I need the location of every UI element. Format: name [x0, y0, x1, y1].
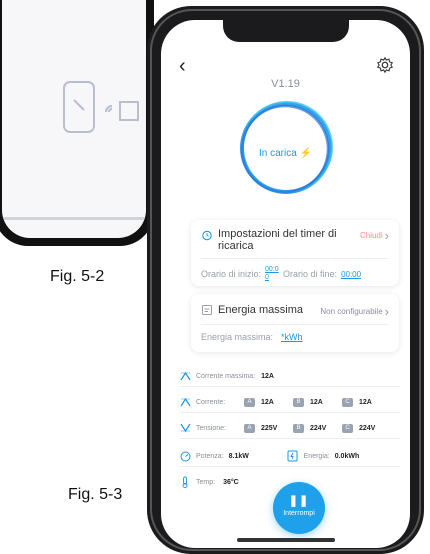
max-energy-label: Energia massima: — [201, 332, 274, 342]
max-energy-title: Energia massima — [218, 304, 303, 316]
stats-separator — [179, 466, 400, 467]
current-label: Corrente: — [196, 398, 226, 406]
phase-a-badge: A — [244, 397, 255, 407]
stats-separator — [179, 412, 400, 413]
start-time-value[interactable]: 00:0 0 — [265, 266, 279, 282]
charging-status-text: In carica — [258, 148, 297, 159]
background-phone-screen — [2, 0, 146, 238]
timer-toggle[interactable]: Chiudi › — [360, 228, 389, 243]
firmware-version: V1.19 — [271, 78, 300, 90]
lightning-icon: ⚡ — [299, 148, 313, 159]
start-time-label: Orario di inizio: — [201, 269, 262, 279]
timer-state: Chiudi — [359, 231, 383, 240]
pause-icon: ❚❚ — [288, 495, 310, 507]
max-energy-value[interactable]: *kWh — [281, 332, 303, 342]
power-label: Potenza: — [196, 452, 224, 460]
max-energy-card[interactable]: Energia massima Non configurabile › Ener… — [191, 294, 399, 352]
max-current-value: 12A — [261, 372, 274, 380]
energy-value: 0.0kWh — [334, 452, 360, 460]
current-icon — [179, 396, 191, 408]
energy-label: Energia: — [303, 452, 330, 460]
current-icon — [179, 370, 191, 382]
current-b-value: 12A — [310, 398, 323, 406]
background-phone-divider — [2, 217, 146, 220]
max-current-row: Corrente massima: 12A — [179, 370, 400, 382]
power-energy-row: Potenza: 8.1kW Energia: 0.0kWh — [179, 450, 400, 462]
phone-wifi-router-icon — [63, 81, 139, 133]
energy-limit-icon — [202, 305, 212, 315]
chevron-right-icon: › — [384, 228, 389, 243]
stats-separator — [179, 386, 400, 387]
max-energy-config[interactable]: Non configurabile › — [320, 304, 389, 319]
phase-b-badge: B — [293, 397, 304, 407]
temp-label: Temp: — [196, 478, 216, 486]
phase-b-badge: B — [293, 423, 304, 433]
max-energy-state: Non configurabile — [320, 307, 383, 316]
timer-schedule-row: Orario di inizio: 00:0 0 Orario di fine:… — [201, 266, 389, 282]
end-time-label: Orario di fine: — [283, 269, 338, 279]
energy-meter-icon — [287, 450, 299, 462]
phase-c-badge: C — [342, 397, 353, 407]
max-energy-row: Energia massima: *kWh — [201, 332, 389, 342]
background-phone — [0, 0, 154, 246]
temp-value: 36°C — [223, 478, 239, 486]
stop-charging-button[interactable]: ❚❚ Interrompi — [273, 482, 325, 534]
chevron-left-icon: ‹ — [179, 55, 186, 77]
gear-icon[interactable] — [376, 56, 394, 74]
voltage-icon — [179, 422, 191, 434]
charging-screen: ‹ V1.19 In carica ⚡ Impostazioni del tim… — [161, 20, 410, 548]
alarm-clock-icon — [202, 230, 212, 241]
timer-title: Impostazioni del timer di ricarica — [218, 228, 337, 252]
current-c-value: 12A — [359, 398, 372, 406]
thermometer-icon — [179, 476, 191, 488]
voltage-label: Tensione: — [196, 424, 226, 432]
voltage-a-value: 225V — [261, 424, 278, 432]
charging-status: In carica ⚡ — [161, 148, 410, 159]
voltage-c-value: 224V — [359, 424, 376, 432]
voltage-row: Tensione: A 225V B 224V C 224V — [179, 422, 400, 434]
timer-divider — [201, 258, 389, 259]
max-energy-divider — [201, 324, 389, 325]
main-phone: ‹ V1.19 In carica ⚡ Impostazioni del tim… — [147, 6, 424, 554]
charging-timer-card[interactable]: Impostazioni del timer di ricarica Chiud… — [191, 220, 399, 286]
current-row: Corrente: A 12A B 12A C 12A — [179, 396, 400, 408]
phase-c-badge: C — [342, 423, 353, 433]
power-value: 8.1kW — [228, 452, 249, 460]
end-time-value[interactable]: 00:00 — [341, 270, 361, 279]
voltage-b-value: 224V — [310, 424, 327, 432]
power-gauge-icon — [179, 450, 191, 462]
figure-caption-5-3: Fig. 5-3 — [68, 486, 123, 503]
stop-charging-label: Interrompi — [283, 510, 315, 517]
stats-separator — [179, 438, 400, 439]
home-indicator[interactable] — [237, 538, 335, 542]
max-current-label: Corrente massima: — [196, 372, 256, 380]
chevron-right-icon: › — [384, 304, 389, 319]
back-button[interactable]: ‹ — [179, 56, 186, 76]
phone-notch — [223, 20, 349, 42]
figure-caption-5-2: Fig. 5-2 — [50, 268, 105, 285]
phase-a-badge: A — [244, 423, 255, 433]
current-a-value: 12A — [261, 398, 274, 406]
